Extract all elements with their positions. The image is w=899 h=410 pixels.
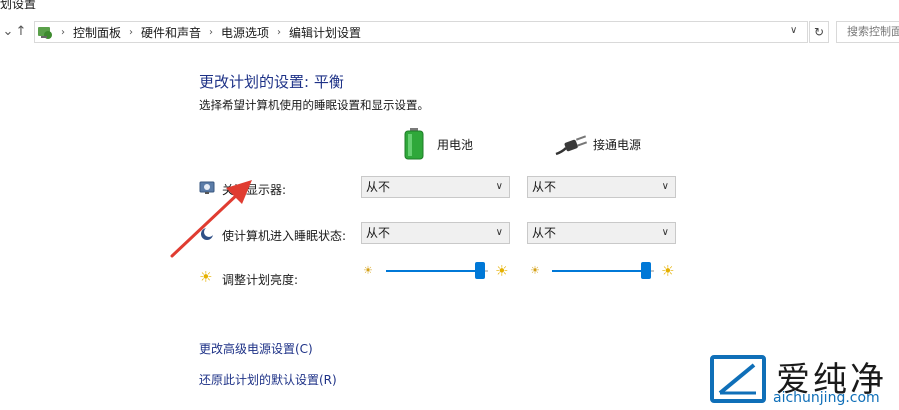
slider-fill <box>552 270 646 272</box>
chevron-down-icon: ∨ <box>661 227 669 238</box>
search-input[interactable]: 搜索控制面 <box>836 21 899 43</box>
sleep-plugged-select[interactable]: 从不 ∨ <box>527 222 676 244</box>
recent-locations-chevron-icon[interactable]: ⌄ <box>1 24 15 39</box>
chevron-down-icon: ∨ <box>495 227 503 238</box>
plugged-in-column-label: 接通电源 <box>593 138 642 152</box>
control-panel-icon <box>38 27 52 39</box>
breadcrumb-separator: › <box>129 26 134 38</box>
restore-defaults-link[interactable]: 还原此计划的默认设置(R) <box>199 371 337 388</box>
select-value: 从不 <box>532 180 557 194</box>
battery-column-label: 用电池 <box>437 138 474 152</box>
chevron-down-icon: ∨ <box>661 181 669 192</box>
address-dropdown-icon[interactable]: ∨ <box>790 25 797 36</box>
sleep-label: 使计算机进入睡眠状态: <box>222 229 347 243</box>
breadcrumb-item-edit-plan[interactable]: 编辑计划设置 <box>289 24 361 41</box>
page-title: 更改计划的设置: 平衡 <box>199 73 344 91</box>
advanced-power-settings-link[interactable]: 更改高级电源设置(C) <box>199 340 313 357</box>
annotation-arrow <box>170 180 252 258</box>
watermark-logo <box>710 355 766 403</box>
slider-fill <box>386 270 480 272</box>
moon-icon <box>201 227 214 240</box>
slider-thumb[interactable] <box>640 262 651 279</box>
breadcrumb-separator: › <box>209 26 214 38</box>
address-bar[interactable]: › 控制面板 › 硬件和声音 › 电源选项 › 编辑计划设置 ∨ <box>34 21 808 43</box>
display-off-plugged-select[interactable]: 从不 ∨ <box>527 176 676 198</box>
brightness-low-icon: ☀ <box>530 264 540 277</box>
breadcrumb-item-hardware-sound[interactable]: 硬件和声音 <box>141 24 201 41</box>
select-value: 从不 <box>366 226 391 240</box>
chevron-down-icon: ∨ <box>495 181 503 192</box>
breadcrumb-item-power-options[interactable]: 电源选项 <box>221 24 269 41</box>
slider-thumb[interactable] <box>474 262 485 279</box>
brightness-low-icon: ☀ <box>363 264 373 277</box>
brightness-label: 调整计划亮度: <box>222 273 299 287</box>
breadcrumb: › 控制面板 › 硬件和声音 › 电源选项 › 编辑计划设置 <box>57 22 361 42</box>
power-plug-icon <box>555 135 588 156</box>
breadcrumb-separator: › <box>61 26 65 38</box>
breadcrumb-separator: › <box>277 26 282 38</box>
up-arrow-icon[interactable]: ↑ <box>14 24 28 39</box>
refresh-button[interactable]: ↻ <box>809 21 829 43</box>
window-title: 划设置 <box>0 0 37 11</box>
breadcrumb-item-control-panel[interactable]: 控制面板 <box>73 24 121 41</box>
brightness-battery-slider[interactable] <box>386 262 488 279</box>
brightness-plugged-slider[interactable] <box>552 262 654 279</box>
brightness-high-icon: ☀ <box>495 262 509 280</box>
select-value: 从不 <box>366 180 391 194</box>
sun-icon: ☀ <box>199 268 213 286</box>
battery-icon <box>404 128 424 160</box>
watermark-url: aichunjing.com <box>773 390 880 406</box>
sleep-battery-select[interactable]: 从不 ∨ <box>361 222 510 244</box>
brightness-high-icon: ☀ <box>661 262 675 280</box>
display-off-battery-select[interactable]: 从不 ∨ <box>361 176 510 198</box>
page-subtitle: 选择希望计算机使用的睡眠设置和显示设置。 <box>199 98 429 112</box>
select-value: 从不 <box>532 226 557 240</box>
